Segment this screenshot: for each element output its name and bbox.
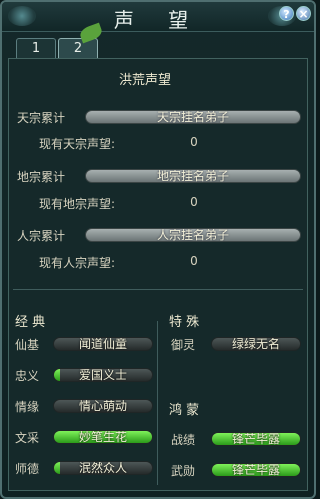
hongmeng-progress-bar: 锋芒毕露 — [211, 432, 301, 446]
faction-rank-ren: 人宗挂名弟子 — [156, 228, 229, 242]
faction-rank-bar-di: 地宗挂名弟子 — [85, 169, 301, 183]
help-button[interactable]: ? — [279, 6, 294, 21]
faction-current-value-di: 0 — [190, 195, 198, 209]
classic-item-label: 忠义 — [15, 369, 40, 383]
hongmeng-progress-bar: 锋芒毕露 — [211, 463, 301, 477]
classic-heading: 经 典 — [15, 315, 46, 330]
close-button[interactable]: × — [296, 6, 311, 21]
faction-current-label-ren: 现有人宗声望: — [39, 256, 116, 270]
faction-label-tian: 天宗累计 — [17, 111, 66, 125]
faction-current-value-tian: 0 — [190, 135, 198, 149]
faction-current-label-di: 现有地宗声望: — [39, 197, 116, 211]
title-bar[interactable]: 声 望 ? × — [2, 2, 314, 32]
classic-item-label: 情缘 — [15, 400, 40, 414]
faction-rank-bar-ren: 人宗挂名弟子 — [85, 228, 301, 242]
special-progress-bar: 绿绿无名 — [211, 337, 301, 351]
faction-label-ren: 人宗累计 — [17, 229, 66, 243]
classic-item-label: 仙基 — [15, 338, 40, 352]
special-heading: 特 殊 — [169, 315, 200, 330]
hongmeng-item-value: 锋芒毕露 — [231, 432, 280, 446]
faction-current-value-ren: 0 — [190, 254, 198, 268]
classic-progress-bar: 爱国义士 — [53, 368, 153, 382]
section-title: 洪荒声望 — [119, 73, 172, 88]
window-title: 声 望 — [113, 8, 203, 32]
hongmeng-item-label: 战绩 — [171, 433, 196, 447]
reputation-content: 洪荒声望 天宗累计 天宗挂名弟子 现有天宗声望: 0 地宗累计 地宗挂名弟子 现… — [8, 58, 308, 491]
classic-item-value: 情心萌动 — [78, 399, 127, 413]
tab-1[interactable]: 1 — [16, 38, 56, 58]
classic-item-value: 闻道仙童 — [78, 337, 127, 351]
hongmeng-item-value: 锋芒毕露 — [231, 463, 280, 477]
classic-item-value: 爱国义士 — [78, 368, 127, 382]
classic-progress-bar: 情心萌动 — [53, 399, 153, 413]
special-item-value: 绿绿无名 — [231, 337, 280, 351]
special-item-label: 御灵 — [171, 338, 196, 352]
reputation-window: 声 望 ? × 1 2 洪荒声望 天宗累计 天宗挂名弟子 现有天宗声望: 0 地… — [0, 0, 316, 499]
faction-rank-tian: 天宗挂名弟子 — [156, 110, 229, 124]
hongmeng-item-label: 武勋 — [171, 464, 196, 478]
hongmeng-heading: 鸿 蒙 — [169, 403, 200, 418]
faction-current-label-tian: 现有天宗声望: — [39, 137, 116, 151]
faction-label-di: 地宗累计 — [17, 170, 66, 184]
classic-item-label: 师德 — [15, 462, 40, 476]
column-divider — [157, 321, 158, 485]
faction-rank-di: 地宗挂名弟子 — [156, 169, 229, 183]
classic-progress-bar: 妙笔生花 — [53, 430, 153, 444]
tab-2[interactable]: 2 — [58, 38, 98, 58]
classic-progress-bar: 闻道仙童 — [53, 337, 153, 351]
classic-progress-bar: 泯然众人 — [53, 461, 153, 475]
classic-item-value: 泯然众人 — [78, 461, 127, 475]
faction-rank-bar-tian: 天宗挂名弟子 — [85, 110, 301, 124]
classic-item-label: 文采 — [15, 431, 40, 445]
divider — [13, 289, 303, 290]
classic-item-value: 妙笔生花 — [78, 430, 127, 444]
